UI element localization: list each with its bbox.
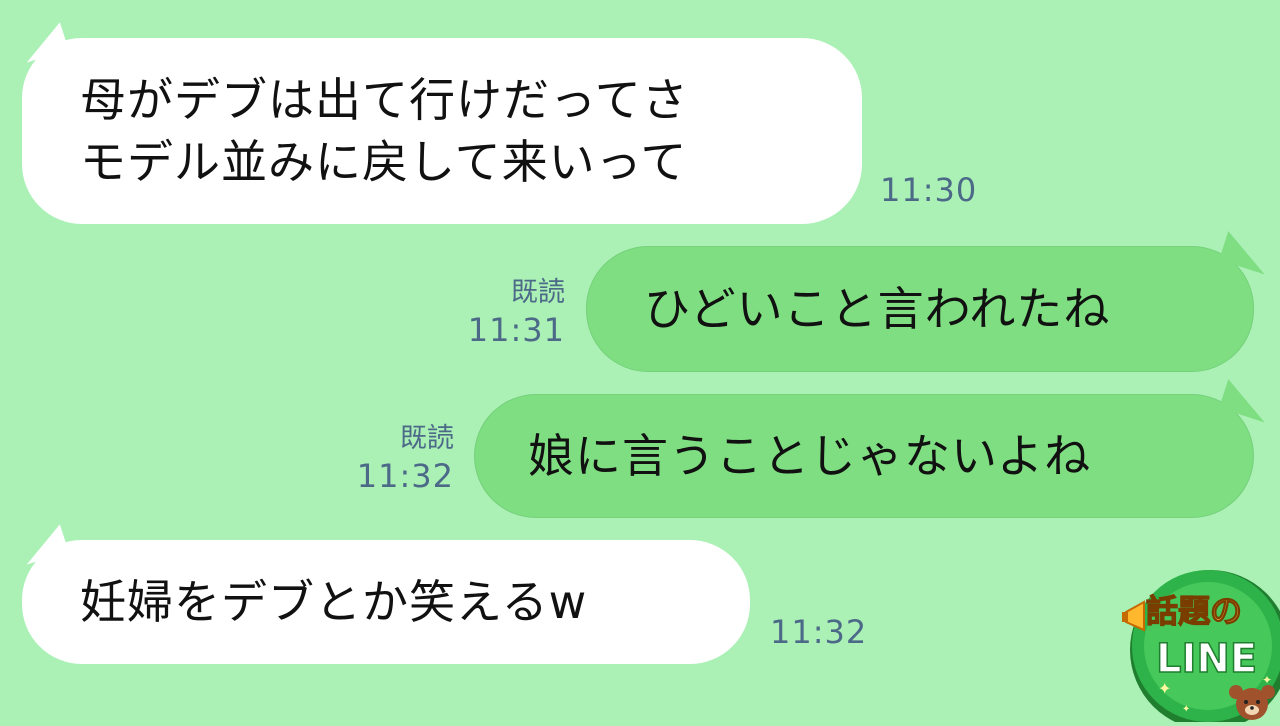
message-meta: 既読 11:31	[450, 276, 565, 350]
logo-graphic: ✦ ✦ ✦ 話題の LINE	[1122, 570, 1280, 726]
message-text: 母がデブは出て行けだってさ モデル並みに戻して来いって	[80, 69, 689, 193]
outgoing-message[interactable]: ひどいこと言われたね	[586, 231, 1274, 372]
message-line: 母がデブは出て行けだってさ	[80, 73, 689, 127]
message-line: モデル並みに戻して来いって	[80, 135, 688, 189]
timestamp: 11:30	[880, 171, 978, 209]
bubble-tail	[18, 524, 69, 565]
bubble-tail	[1219, 231, 1274, 275]
sparkle-icon: ✦	[1182, 704, 1190, 715]
message-text: 娘に言うことじゃないよね	[528, 429, 1092, 483]
read-receipt: 既読	[511, 277, 565, 308]
megaphone-icon	[1122, 600, 1145, 632]
bubble-tail	[1219, 379, 1274, 423]
wadai-no-line-logo: ✦ ✦ ✦ 話題の LINE	[1122, 562, 1280, 726]
message-meta: 既読 11:32	[338, 422, 454, 496]
read-receipt: 既読	[400, 423, 454, 454]
outgoing-message[interactable]: 娘に言うことじゃないよね	[474, 379, 1274, 518]
timestamp: 11:32	[770, 613, 868, 651]
logo-line-text: LINE	[1156, 636, 1257, 682]
timestamp: 11:32	[356, 457, 454, 495]
incoming-message[interactable]: 妊婦をデブとか笑えるw	[18, 524, 750, 664]
timestamp: 11:31	[467, 311, 565, 349]
bubble-tail	[18, 22, 69, 63]
logo-title: 話題の	[1146, 592, 1242, 630]
message-text: ひどいこと言われたね	[644, 282, 1111, 336]
incoming-message[interactable]: 母がデブは出て行けだってさ モデル並みに戻して来いって	[18, 22, 862, 224]
sparkle-icon: ✦	[1262, 673, 1272, 687]
chat-area: 母がデブは出て行けだってさ モデル並みに戻して来いって 11:30 既読 11:…	[0, 0, 1280, 720]
message-meta: 11:32	[770, 612, 867, 652]
message-text: 妊婦をデブとか笑えるw	[80, 575, 588, 629]
message-meta: 11:30	[880, 170, 977, 210]
